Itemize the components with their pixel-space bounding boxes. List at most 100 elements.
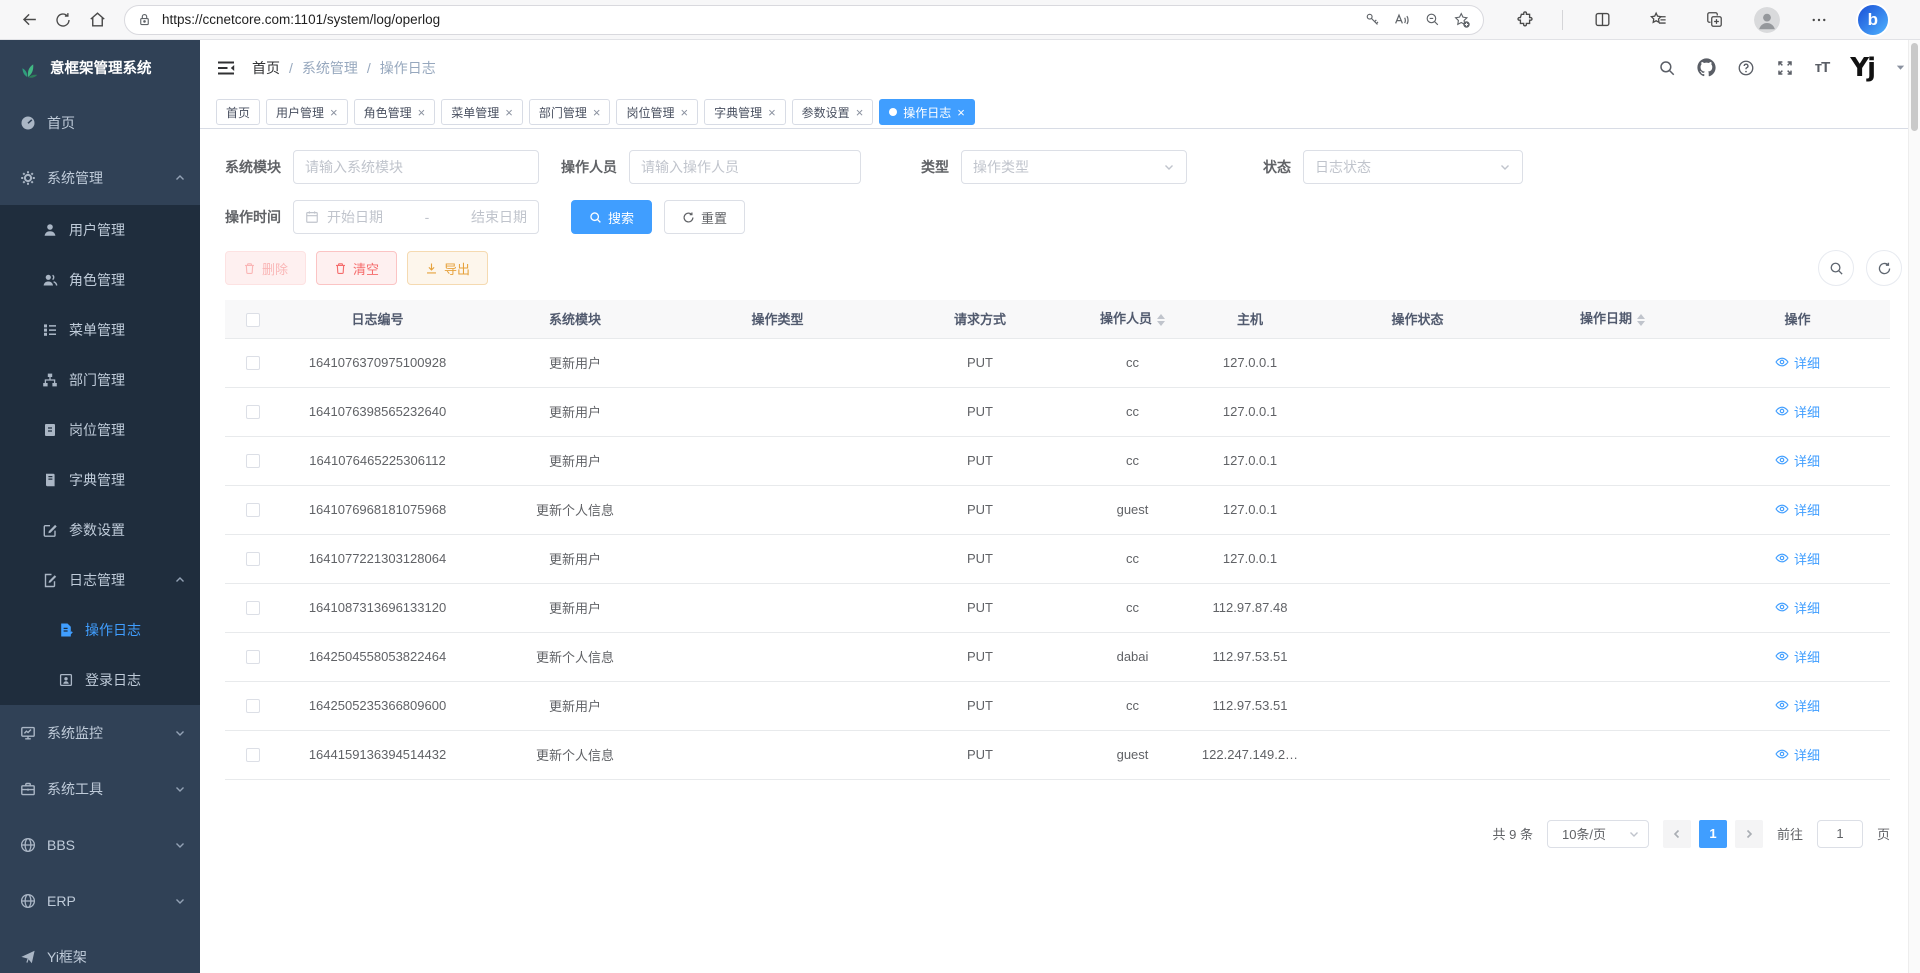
password-key-icon[interactable] [1357, 7, 1387, 33]
reset-button[interactable]: 重置 [664, 200, 745, 234]
tab-home[interactable]: 首页 [216, 99, 260, 125]
tab-close-icon[interactable]: × [593, 106, 601, 119]
zoom-out-icon[interactable] [1417, 7, 1447, 33]
sidebar-item-param-settings[interactable]: 参数设置 [0, 505, 200, 555]
tab-close-icon[interactable]: × [856, 106, 864, 119]
type-select[interactable]: 操作类型 [961, 150, 1187, 184]
tab-post-mgmt[interactable]: 岗位管理× [616, 99, 698, 125]
tab-close-icon[interactable]: × [418, 106, 426, 119]
sidebar-item-menu-mgmt[interactable]: 菜单管理 [0, 305, 200, 355]
tab-close-icon[interactable]: × [505, 106, 513, 119]
tab-dept-mgmt[interactable]: 部门管理× [529, 99, 611, 125]
goto-page-input[interactable] [1817, 820, 1863, 848]
detail-link[interactable]: 详细 [1775, 500, 1820, 519]
bing-chat-icon[interactable]: b [1858, 5, 1888, 35]
status-select[interactable]: 日志状态 [1303, 150, 1523, 184]
page-number-1[interactable]: 1 [1699, 820, 1727, 848]
tab-user-mgmt[interactable]: 用户管理× [266, 99, 348, 125]
tab-menu-mgmt[interactable]: 菜单管理× [441, 99, 523, 125]
row-checkbox[interactable] [246, 699, 260, 713]
sidebar-item-log-mgmt[interactable]: 日志管理 [0, 555, 200, 605]
row-checkbox[interactable] [246, 356, 260, 370]
detail-link[interactable]: 详细 [1775, 598, 1820, 617]
prev-page-button[interactable] [1663, 820, 1691, 848]
table-refresh-icon[interactable] [1866, 250, 1902, 286]
sidebar-item-bbs[interactable]: BBS [0, 817, 200, 873]
row-checkbox[interactable] [246, 748, 260, 762]
sidebar-item-user-mgmt[interactable]: 用户管理 [0, 205, 200, 255]
url-text[interactable]: https://ccnetcore.com:1101/system/log/op… [162, 12, 1357, 27]
tab-role-mgmt[interactable]: 角色管理× [354, 99, 436, 125]
page-size-select[interactable]: 10条/页 [1547, 820, 1649, 848]
date-range-picker[interactable]: 开始日期 - 结束日期 [293, 200, 539, 234]
delete-button[interactable]: 删除 [225, 251, 306, 285]
detail-link[interactable]: 详细 [1775, 549, 1820, 568]
refresh-icon[interactable] [46, 3, 80, 37]
breadcrumb-home[interactable]: 首页 [252, 58, 280, 78]
sidebar-item-home[interactable]: 首页 [0, 95, 200, 150]
sidebar-item-login-log[interactable]: 登录日志 [0, 655, 200, 705]
favorites-bar-icon[interactable] [1641, 3, 1675, 37]
next-page-button[interactable] [1735, 820, 1763, 848]
row-checkbox[interactable] [246, 503, 260, 517]
home-icon[interactable] [80, 3, 114, 37]
sidebar-item-oper-log[interactable]: 操作日志 [0, 605, 200, 655]
sidebar-item-yi-framework[interactable]: Yi框架 [0, 929, 200, 973]
font-size-icon[interactable]: тT [1815, 59, 1830, 76]
tab-oper-log[interactable]: 操作日志× [879, 99, 975, 125]
export-button[interactable]: 导出 [407, 251, 488, 285]
settings-menu-icon[interactable] [1802, 3, 1836, 37]
select-all-checkbox[interactable] [246, 313, 260, 327]
tab-dict-mgmt[interactable]: 字典管理× [704, 99, 786, 125]
collapse-sidebar-icon[interactable] [216, 58, 236, 78]
sort-icon[interactable] [1637, 310, 1645, 330]
detail-link[interactable]: 详细 [1775, 402, 1820, 421]
address-bar[interactable]: https://ccnetcore.com:1101/system/log/op… [124, 5, 1484, 35]
split-screen-icon[interactable] [1585, 3, 1619, 37]
search-icon[interactable] [1658, 59, 1676, 77]
profile-avatar[interactable] [1754, 7, 1780, 33]
read-aloud-icon[interactable] [1387, 7, 1417, 33]
scrollbar[interactable] [1908, 40, 1920, 973]
user-avatar-logo[interactable]: Yj [1850, 55, 1874, 81]
sidebar-item-erp[interactable]: ERP [0, 873, 200, 929]
fullscreen-icon[interactable] [1776, 59, 1794, 77]
detail-link[interactable]: 详细 [1775, 451, 1820, 470]
detail-link[interactable]: 详细 [1775, 696, 1820, 715]
row-checkbox[interactable] [246, 405, 260, 419]
tab-close-icon[interactable]: × [680, 106, 688, 119]
row-checkbox[interactable] [246, 454, 260, 468]
favorite-add-icon[interactable] [1447, 7, 1477, 33]
back-icon[interactable] [12, 3, 46, 37]
sidebar-item-dept-mgmt[interactable]: 部门管理 [0, 355, 200, 405]
detail-link[interactable]: 详细 [1775, 353, 1820, 372]
tab-close-icon[interactable]: × [957, 106, 965, 119]
tab-close-icon[interactable]: × [330, 106, 338, 119]
row-checkbox[interactable] [246, 601, 260, 615]
operator-input[interactable] [641, 159, 849, 175]
detail-link[interactable]: 详细 [1775, 647, 1820, 666]
sort-icon[interactable] [1157, 310, 1165, 330]
sidebar-item-role-mgmt[interactable]: 角色管理 [0, 255, 200, 305]
github-icon[interactable] [1697, 58, 1716, 77]
clear-button[interactable]: 清空 [316, 251, 397, 285]
table-search-icon[interactable] [1818, 250, 1854, 286]
col-operator[interactable]: 操作人员 [1080, 300, 1185, 338]
row-checkbox[interactable] [246, 650, 260, 664]
extensions-icon[interactable] [1506, 3, 1540, 37]
row-checkbox[interactable] [246, 552, 260, 566]
tab-close-icon[interactable]: × [768, 106, 776, 119]
search-button[interactable]: 搜索 [571, 200, 652, 234]
sidebar-item-system-mgmt[interactable]: 系统管理 [0, 150, 200, 205]
sidebar-item-system-tools[interactable]: 系统工具 [0, 761, 200, 817]
help-icon[interactable] [1737, 59, 1755, 77]
tab-param-settings[interactable]: 参数设置× [792, 99, 874, 125]
caret-down-icon[interactable] [1895, 62, 1906, 73]
module-input[interactable] [305, 159, 527, 175]
lock-icon[interactable] [137, 12, 152, 27]
detail-link[interactable]: 详细 [1775, 745, 1820, 764]
sidebar-item-dict-mgmt[interactable]: 字典管理 [0, 455, 200, 505]
scrollbar-thumb[interactable] [1911, 43, 1918, 131]
sidebar-item-post-mgmt[interactable]: 岗位管理 [0, 405, 200, 455]
col-date[interactable]: 操作日期 [1520, 300, 1705, 338]
